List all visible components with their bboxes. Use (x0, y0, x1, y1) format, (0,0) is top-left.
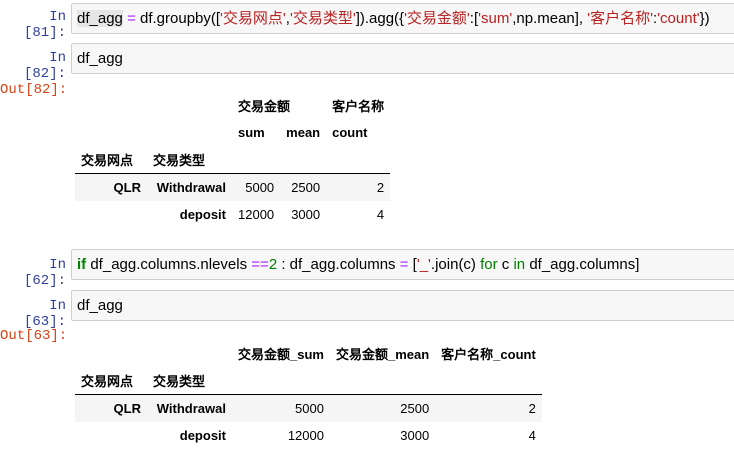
code-token: '交易类型' (289, 10, 356, 27)
table-cell: 3000 (291, 207, 321, 222)
code-token: = (399, 256, 409, 273)
code-input-81[interactable]: df_agg = df.groupby(['交易网点','交易类型']).agg… (71, 3, 734, 34)
table-cell: 5000 (232, 173, 281, 201)
blank-header (75, 92, 147, 119)
code-input-82[interactable]: df_agg (71, 43, 734, 74)
code-token: df.groupby([ (135, 10, 221, 27)
column-header: 客户名称_count (441, 347, 536, 362)
code-token: '交易金额' (404, 10, 470, 27)
index-name: 交易类型 (153, 153, 206, 168)
input-prompt: In [62]: (23, 257, 66, 289)
table-row: deposit 12000 3000 4 (75, 422, 542, 449)
row-index-level0: QLR (75, 173, 147, 201)
table-cell: 4 (376, 207, 385, 222)
table-cell: 3000 (400, 428, 430, 443)
row-index-level0: QLR (75, 394, 147, 422)
input-prompt: In [81]: (23, 9, 66, 41)
code-token: '交易网点' (220, 10, 286, 27)
code-token: ]).agg({ (355, 10, 405, 27)
table-row: QLR Withdrawal 5000 2500 2 (75, 173, 391, 201)
code-token: 'count' (657, 10, 700, 27)
code-token: }) (699, 10, 710, 27)
index-name: 交易网点 (81, 153, 134, 168)
column-header: 交易金额_sum (238, 347, 324, 362)
dataframe-output-82: 交易金额 客户名称 sum mean count 交易网点 交易类型 QLR W… (75, 92, 391, 228)
row-index-level1: deposit (179, 428, 226, 443)
code-token: if (77, 256, 87, 273)
row-index-level0 (75, 201, 147, 228)
code-token: 2 (268, 256, 278, 273)
code-token: = (127, 10, 136, 27)
dataframe-output-63: 交易金额_sum 交易金额_mean 客户名称_count 交易网点 交易类型 … (75, 340, 542, 449)
table-row: deposit 12000 3000 4 (75, 201, 390, 228)
code-token: df_agg (77, 50, 123, 67)
code-token: 'sum' (478, 10, 513, 27)
code-token: for (480, 256, 498, 273)
blank-header (75, 340, 147, 367)
column-group-header: 交易金额 (238, 99, 291, 114)
code-input-62[interactable]: if df_agg.columns.nlevels ==2 : df_agg.c… (71, 249, 734, 280)
index-name: 交易类型 (153, 374, 206, 389)
input-prompt: In [63]: (23, 298, 66, 330)
code-token: df_agg.columns.nlevels (86, 256, 252, 273)
blank-header (147, 92, 232, 119)
code-token: '_' (416, 256, 431, 273)
row-index-level1: deposit (179, 207, 226, 222)
table-cell: 12000 (287, 428, 324, 443)
table-cell: 2500 (280, 173, 327, 201)
code-token: in (513, 256, 526, 273)
code-token: df_agg (77, 297, 123, 314)
code-token: '客户名称' (587, 10, 653, 27)
code-token: : df_agg.columns (277, 256, 400, 273)
output-prompt: Out[63]: (0, 328, 68, 344)
column-header: sum (238, 125, 265, 140)
input-prompt: In [82]: (23, 50, 66, 82)
code-token: df_agg.columns] (525, 256, 640, 273)
row-index-level0 (75, 422, 147, 449)
table-cell: 4 (528, 428, 536, 443)
index-name: 交易网点 (81, 374, 134, 389)
table-cell: 2500 (329, 394, 436, 422)
code-token: df_agg (77, 10, 123, 27)
code-token: :[ (469, 10, 479, 27)
code-token: == (251, 256, 269, 273)
code-input-63[interactable]: df_agg (71, 290, 734, 321)
blank-header (147, 340, 232, 367)
column-group-header: 客户名称 (332, 99, 385, 114)
table-cell: 5000 (232, 394, 330, 422)
row-index-level1: Withdrawal (147, 173, 232, 201)
code-token: [ (408, 256, 417, 273)
column-header: mean (286, 125, 321, 140)
column-header: 交易金额_mean (335, 347, 430, 362)
table-cell: 2 (435, 394, 542, 422)
code-token: ,np.mean], (512, 10, 588, 27)
output-prompt: Out[82]: (0, 82, 68, 98)
table-row: QLR Withdrawal 5000 2500 2 (75, 394, 542, 422)
row-index-level1: Withdrawal (147, 394, 232, 422)
column-header: count (332, 125, 368, 140)
table-cell: 12000 (238, 207, 275, 222)
code-token: .join(c) (430, 256, 481, 273)
code-token: c (497, 256, 514, 273)
table-cell: 2 (326, 173, 391, 201)
